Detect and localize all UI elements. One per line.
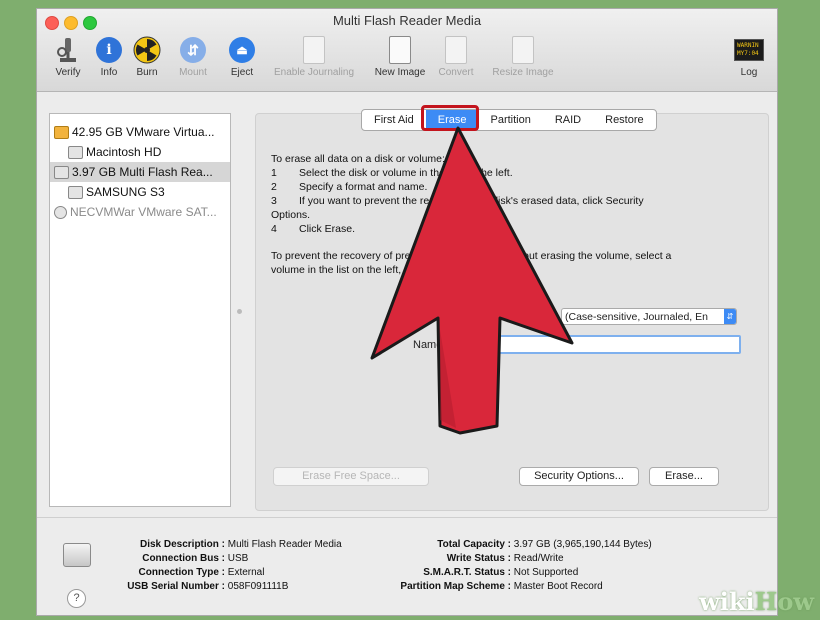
info-label: Total Capacity : <box>437 539 511 550</box>
free-space-instructions-cont: volume in the list on the left, and clic… <box>271 264 536 276</box>
sidebar-item-label: Macintosh HD <box>86 145 162 159</box>
burn-label: Burn <box>136 67 158 78</box>
hard-disk-icon <box>54 125 69 139</box>
step-number: 3 <box>271 195 277 207</box>
convert-icon <box>441 35 471 65</box>
new-image-icon <box>385 35 415 65</box>
convert-button[interactable]: Convert <box>431 35 481 78</box>
sidebar-item-label: NECVMWar VMware SAT... <box>70 205 217 219</box>
sidebar-item-multi-flash-reader[interactable]: 3.97 GB Multi Flash Rea... <box>50 162 230 182</box>
volume-icon <box>68 185 83 199</box>
tab-bar: First Aid Erase Partition RAID Restore <box>361 109 657 131</box>
log-button[interactable]: WARNIN MY7:04 Log <box>725 35 773 78</box>
optical-disc-icon <box>54 205 67 219</box>
info-connection-bus: Connection Bus : USB <box>75 553 248 564</box>
info-value: Read/Write <box>513 553 564 564</box>
info-label: Disk Description : <box>139 539 225 550</box>
tab-first-aid[interactable]: First Aid <box>362 110 426 130</box>
new-image-label: New Image <box>374 67 426 78</box>
volume-icon <box>68 145 83 159</box>
name-label: Name: <box>413 339 446 351</box>
instructions-intro: To erase all data on a disk or volume: <box>271 153 445 165</box>
radiation-icon <box>132 35 162 65</box>
tab-restore[interactable]: Restore <box>593 110 656 130</box>
disk-utility-window: Multi Flash Reader Media Verify i Info B… <box>36 8 778 616</box>
info-label: USB Serial Number : <box>127 581 225 592</box>
window-title: Multi Flash Reader Media <box>332 13 482 28</box>
log-icon-text: WARNIN MY7:04 <box>734 39 764 61</box>
info-partition-map: Partition Map Scheme : Master Boot Recor… <box>367 581 603 592</box>
sidebar-item-optical-drive[interactable]: NECVMWar VMware SAT... <box>50 202 230 222</box>
info-total-capacity: Total Capacity : 3.97 GB (3,965,190,144 … <box>367 539 652 550</box>
split-view-handle[interactable] <box>237 309 242 314</box>
info-label: Write Status : <box>446 553 511 564</box>
sidebar-item-label: SAMSUNG S3 <box>86 185 165 199</box>
info-label: Connection Bus : <box>142 553 225 564</box>
log-label: Log <box>740 67 758 78</box>
journal-icon <box>299 35 329 65</box>
format-select-value: (Case-sensitive, Journaled, En <box>565 311 708 323</box>
info-usb-serial: USB Serial Number : 058F091111B <box>75 581 288 592</box>
step-1-text: Select the disk or volume in the list on… <box>299 167 513 179</box>
erase-instructions: To erase all data on a disk or volume: 1… <box>271 152 731 277</box>
sidebar-item-label: 3.97 GB Multi Flash Rea... <box>72 165 213 179</box>
eject-label: Eject <box>230 67 254 78</box>
convert-label: Convert <box>438 67 474 78</box>
resize-image-label: Resize Image <box>492 67 554 78</box>
disk-list-sidebar[interactable]: 42.95 GB VMware Virtua... Macintosh HD 3… <box>49 113 231 507</box>
free-space-instructions: To prevent the recovery of previously de… <box>271 250 672 262</box>
info-connection-type: Connection Type : External <box>75 567 265 578</box>
info-label: Connection Type : <box>138 567 225 578</box>
resize-image-icon <box>508 35 538 65</box>
info-value: External <box>227 567 265 578</box>
step-number: 2 <box>271 181 277 193</box>
step-number: 1 <box>271 167 277 179</box>
eject-button[interactable]: ⏏ Eject <box>211 35 273 78</box>
info-value: USB <box>227 553 249 564</box>
info-value: Not Supported <box>513 567 579 578</box>
wikihow-watermark: wikiHow <box>699 587 814 616</box>
security-options-button[interactable]: Security Options... <box>519 467 639 486</box>
select-arrows-icon: ⇵ <box>724 309 736 324</box>
sidebar-item-macintosh-hd[interactable]: Macintosh HD <box>50 142 230 162</box>
format-select[interactable]: (Case-sensitive, Journaled, En ⇵ <box>561 308 737 325</box>
name-input[interactable] <box>495 335 741 354</box>
info-value: Master Boot Record <box>513 581 603 592</box>
sidebar-item-vmware-disk[interactable]: 42.95 GB VMware Virtua... <box>50 122 230 142</box>
step-2-text: Specify a format and name. <box>299 181 428 193</box>
step-3-continuation: Options. <box>271 209 311 221</box>
info-write-status: Write Status : Read/Write <box>367 553 564 564</box>
info-disk-description: Disk Description : Multi Flash Reader Me… <box>75 539 342 550</box>
titlebar: Multi Flash Reader Media Verify i Info B… <box>37 9 777 92</box>
erase-free-space-button[interactable]: Erase Free Space... <box>273 467 429 486</box>
tab-partition[interactable]: Partition <box>478 110 542 130</box>
erase-tab-highlight-box <box>421 105 479 131</box>
resize-image-button[interactable]: Resize Image <box>483 35 563 78</box>
step-4-text: Click Erase. <box>299 223 356 235</box>
info-label: Partition Map Scheme : <box>400 581 511 592</box>
info-value: Multi Flash Reader Media <box>227 539 342 550</box>
sidebar-item-samsung-s3[interactable]: SAMSUNG S3 <box>50 182 230 202</box>
info-smart-status: S.M.A.R.T. Status : Not Supported <box>367 567 578 578</box>
mount-icon: ⇵ <box>178 35 208 65</box>
step-3-text: If you want to prevent the recovery of t… <box>299 195 644 207</box>
step-number: 4 <box>271 223 277 235</box>
watermark-part1: wiki <box>699 587 755 616</box>
sidebar-item-label: 42.95 GB VMware Virtua... <box>72 125 215 139</box>
watermark-part2: How <box>754 587 814 616</box>
new-image-button[interactable]: New Image <box>367 35 433 78</box>
eject-icon: ⏏ <box>227 35 257 65</box>
mount-label: Mount <box>179 67 207 78</box>
erase-button[interactable]: Erase... <box>649 467 719 486</box>
info-label: Info <box>100 67 118 78</box>
enable-journaling-label: Enable Journaling <box>273 67 355 78</box>
info-value: 3.97 GB (3,965,190,144 Bytes) <box>513 539 652 550</box>
verify-label: Verify <box>55 67 81 78</box>
info-label: S.M.A.R.T. Status : <box>423 567 511 578</box>
enable-journaling-button[interactable]: Enable Journaling <box>269 35 359 78</box>
info-value: 058F091111B <box>227 581 289 592</box>
tab-raid[interactable]: RAID <box>543 110 593 130</box>
usb-disk-icon <box>54 165 69 179</box>
console-log-icon: WARNIN MY7:04 <box>734 35 764 65</box>
